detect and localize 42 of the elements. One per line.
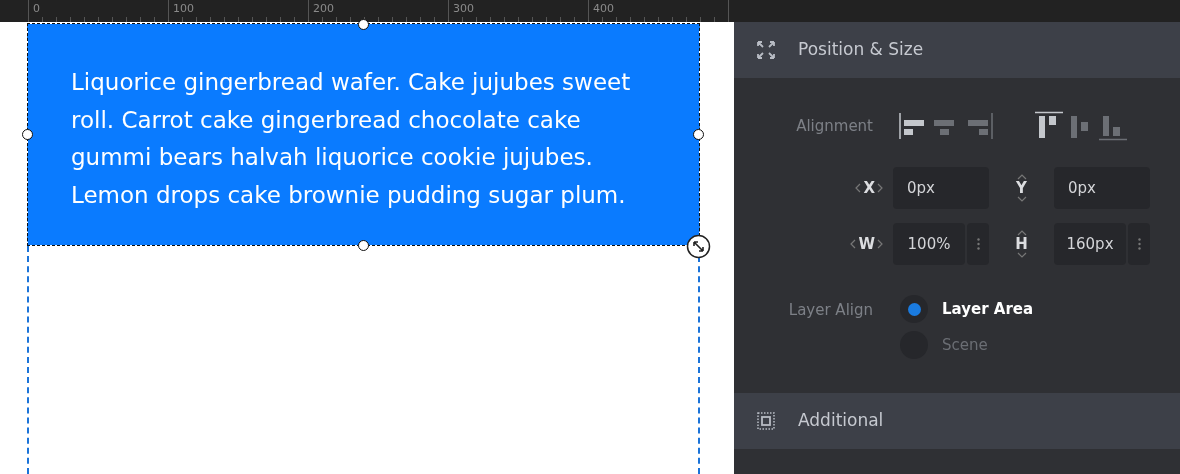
chevron-down-icon [1016, 196, 1027, 202]
text-layer[interactable]: Liquorice gingerbread wafer. Cake jujubes sweet roll. Carrot cake gingerbread chocolate cake gummi bears halvah liquorice cookie jujubes. Lemon drops cake brownie pudding sugar plum. [28, 24, 699, 245]
resize-handle[interactable] [358, 19, 369, 30]
chevron-down-icon [1016, 252, 1027, 258]
layer-align-label: Layer Align [787, 300, 873, 321]
section-title: Position & Size [798, 38, 924, 62]
align-top-icon[interactable] [1034, 111, 1064, 141]
section-header[interactable]: Additional [734, 393, 1180, 449]
input-field[interactable]: 160px [1054, 223, 1126, 265]
expand-icon [757, 41, 775, 59]
chevron-up-icon [1016, 174, 1027, 180]
chevron-up-icon [1016, 230, 1027, 236]
ruler-label: 200 [313, 2, 334, 16]
ruler-label: 100 [173, 2, 194, 16]
field-label: X [863, 180, 875, 196]
radio-label: Scene [942, 334, 988, 356]
resize-icon[interactable] [686, 234, 711, 259]
ruler-label: 0 [33, 2, 40, 16]
dotted-square-icon [757, 412, 775, 430]
alignment-label: Alignment [795, 115, 873, 137]
chevron-right-icon [877, 239, 883, 249]
chevron-left-icon [850, 239, 857, 249]
field-label: W [858, 236, 875, 252]
more-icon [976, 238, 980, 250]
resize-handle[interactable] [358, 240, 369, 251]
section-title: Additional [798, 409, 884, 433]
ruler-label: 400 [593, 2, 614, 16]
resize-handle[interactable] [22, 129, 33, 140]
chevron-left-icon [855, 183, 862, 193]
ruler-label: 300 [453, 2, 474, 16]
field-label: Y [1016, 180, 1027, 196]
input-field[interactable]: 0px [893, 167, 989, 209]
radio-label: Layer Area [942, 298, 1034, 320]
section-header[interactable]: Position & Size [734, 22, 1180, 78]
input-field[interactable]: 0px [1054, 167, 1150, 209]
radio-button[interactable] [900, 295, 928, 323]
more-icon [1137, 238, 1141, 250]
resize-handle[interactable] [693, 129, 704, 140]
chevron-right-icon [877, 183, 883, 193]
layer-text: Liquorice gingerbread wafer. Cake jujubes sweet roll. Carrot cake gingerbread chocolate cake gummi bears halvah liquorice cookie jujubes. Lemon drops cake brownie pudding sugar plum. [71, 68, 632, 210]
field-label: H [1015, 236, 1028, 252]
input-field[interactable]: 100% [893, 223, 965, 265]
